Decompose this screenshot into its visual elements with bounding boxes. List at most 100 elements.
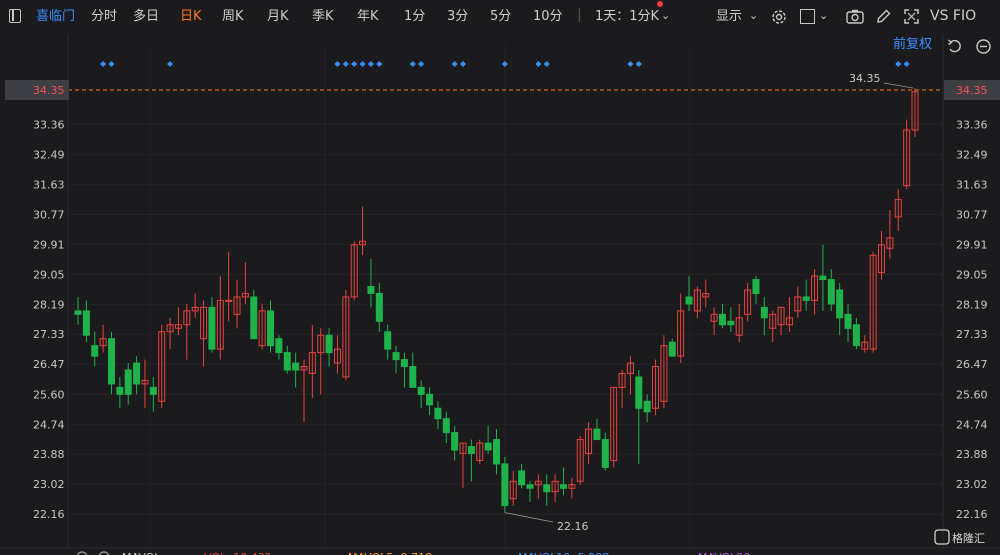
tab-quarterly-k[interactable]: 季K <box>312 8 334 26</box>
candle-down <box>727 320 735 326</box>
candle-down <box>844 313 852 329</box>
candle-down <box>367 286 375 294</box>
tab-5min[interactable]: 5分 <box>490 8 511 26</box>
candle-down <box>74 310 82 315</box>
candle-down <box>668 341 676 357</box>
checkbox-icon[interactable] <box>800 9 815 24</box>
price-tick-right: 26.47 <box>956 358 988 371</box>
stock-name[interactable]: 喜临门 <box>36 8 75 26</box>
candle-down <box>325 334 333 354</box>
high-price-note: 34.35 <box>849 72 881 85</box>
event-marker-icon <box>342 61 349 67</box>
price-tick-right: 28.19 <box>956 298 988 311</box>
checkbox-chevron-down-icon[interactable]: ⌄ <box>819 7 828 25</box>
price-tick-left: 30.77 <box>33 209 65 222</box>
event-marker-icon <box>409 61 416 67</box>
display-chevron-down-icon[interactable]: ⌄ <box>749 7 758 25</box>
indicator-ma5: MAVOL5: 9.718 <box>348 551 432 555</box>
candle-down <box>283 352 291 371</box>
candle-down <box>426 393 434 406</box>
candle-down <box>685 296 693 305</box>
tab-daily-k[interactable]: 日K <box>180 8 202 26</box>
price-tick-left: 32.49 <box>33 149 65 162</box>
candle-down <box>133 362 141 385</box>
price-tick-left: 23.02 <box>33 478 65 491</box>
tab-monthly-k[interactable]: 月K <box>267 8 289 26</box>
tab-intraday[interactable]: 分时 <box>91 8 117 26</box>
candle-down <box>493 439 500 465</box>
price-tick-right: 23.02 <box>956 478 988 491</box>
current-price-left: 34.35 <box>33 84 65 97</box>
candle-down <box>518 470 526 486</box>
tab-3min[interactable]: 3分 <box>447 8 468 26</box>
price-tick-right: 22.16 <box>956 508 988 521</box>
display-menu[interactable]: 显示 <box>716 8 742 26</box>
event-marker-icon <box>460 61 467 67</box>
tab-weekly-k[interactable]: 周K <box>222 8 244 26</box>
candle-down <box>802 296 810 301</box>
candle-down <box>250 296 258 340</box>
compare-vs-button[interactable]: VS FIO <box>930 7 976 25</box>
fullscreen-icon[interactable] <box>903 8 920 25</box>
candle-down <box>836 289 844 319</box>
candlestick-chart[interactable]: 34.35 34.35 34.35 22.16 33.36 33.36 32.49 32.4… <box>0 34 1000 555</box>
candle-down <box>392 352 400 361</box>
candle-down <box>760 306 768 319</box>
candle-down <box>275 338 283 354</box>
price-tick-left: 31.63 <box>33 179 65 192</box>
candle-down <box>451 432 459 451</box>
event-marker-icon <box>903 61 910 67</box>
camera-icon[interactable] <box>846 9 864 24</box>
price-tick-left: 27.33 <box>33 328 65 341</box>
candle-down <box>852 324 860 347</box>
high-note-leader <box>883 82 914 89</box>
price-tick-left: 29.91 <box>33 238 65 251</box>
candle-down <box>442 418 450 434</box>
price-tick-right: 31.63 <box>956 179 988 192</box>
price-tick-left: 26.47 <box>33 358 65 371</box>
tab-1min[interactable]: 1分 <box>404 8 425 26</box>
current-price-right: 34.35 <box>956 84 988 97</box>
candle-down <box>384 331 392 350</box>
candle-down <box>752 279 760 294</box>
price-tick-left: 24.74 <box>33 418 65 431</box>
candle-down <box>149 386 157 395</box>
price-tick-left: 28.19 <box>33 298 65 311</box>
candle-down <box>501 463 509 507</box>
gear-icon[interactable] <box>770 8 788 26</box>
event-marker-icon <box>895 61 902 67</box>
watermark-text: 格隆汇 <box>952 531 985 545</box>
event-marker-icon <box>100 61 107 67</box>
candle-down <box>82 310 90 336</box>
stock-chart-window: 喜临门 分时 多日 日K 周K 月K 季K 年K 1分 3分 5分 10分 | … <box>0 0 1000 555</box>
notification-dot-icon <box>657 1 663 7</box>
candle-down <box>409 366 417 388</box>
chevron-down-icon[interactable]: ⌄ <box>661 7 670 25</box>
candle-down <box>267 310 275 347</box>
price-tick-left: 23.88 <box>33 448 65 461</box>
tab-multi-day[interactable]: 多日 <box>133 8 159 26</box>
event-marker-icon <box>376 61 383 67</box>
candle-down <box>208 306 216 350</box>
candle-down <box>526 484 534 489</box>
candle-down <box>593 428 601 441</box>
candle-down <box>107 338 115 385</box>
candle-up <box>225 299 233 302</box>
tab-yearly-k[interactable]: 年K <box>357 8 379 26</box>
candle-down <box>434 407 442 420</box>
candle-down <box>292 362 300 371</box>
sidebar-toggle-icon[interactable] <box>9 9 21 23</box>
pencil-icon[interactable] <box>875 8 892 25</box>
indicator-ma20: MAVOL20: ... <box>698 551 768 555</box>
event-marker-icon <box>543 61 550 67</box>
event-marker-icon <box>627 61 634 67</box>
event-marker-icon <box>535 61 542 67</box>
range-select[interactable]: 1天：1分K <box>595 8 659 26</box>
event-marker-icon <box>367 61 374 67</box>
candle-down <box>543 484 551 493</box>
price-tick-left: 25.60 <box>33 388 65 401</box>
candle-down <box>124 369 132 395</box>
tab-10min[interactable]: 10分 <box>533 8 563 26</box>
event-marker-icon <box>167 61 174 67</box>
price-tick-right: 24.74 <box>956 418 988 431</box>
